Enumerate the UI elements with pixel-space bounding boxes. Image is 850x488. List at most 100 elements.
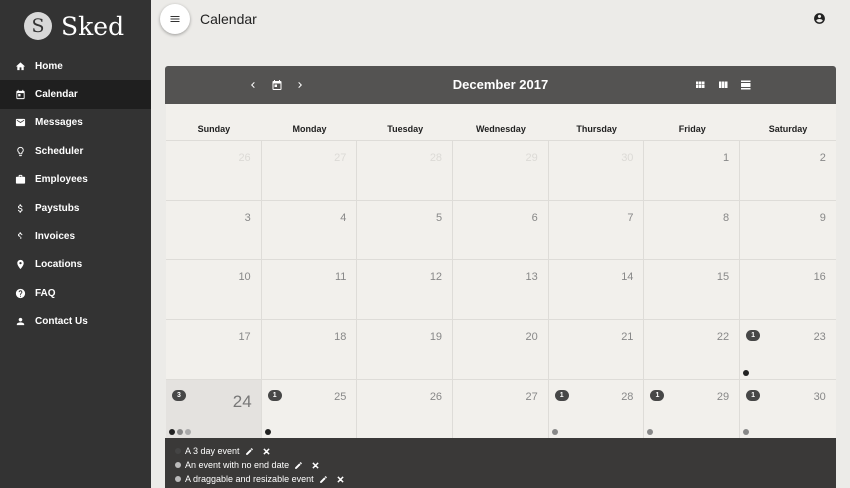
- calendar-day[interactable]: 12: [357, 259, 454, 320]
- event-dots: [647, 429, 654, 436]
- calendar-day[interactable]: 13: [453, 259, 549, 320]
- day-number: 14: [621, 271, 634, 284]
- weekday-label: Sunday: [197, 124, 231, 134]
- app-name: Sked: [61, 11, 125, 41]
- location-pin-icon: [14, 259, 26, 271]
- day-number: 27: [525, 390, 538, 403]
- sidebar-item-scheduler[interactable]: Scheduler: [0, 137, 151, 165]
- sidebar-item-home[interactable]: Home: [0, 52, 151, 80]
- event-count-badge[interactable]: 1: [746, 389, 761, 401]
- day-number: 27: [334, 152, 347, 164]
- calendar-day[interactable]: 7: [548, 199, 645, 260]
- event-dot: [177, 429, 183, 436]
- calendar-day[interactable]: 1 29: [644, 378, 741, 439]
- calendar-day[interactable]: 29: [453, 140, 549, 200]
- event-color-dot: [175, 448, 181, 454]
- event-count-badge[interactable]: 1: [267, 389, 282, 401]
- calendar-day[interactable]: 2: [740, 140, 836, 200]
- calendar-day[interactable]: 17: [166, 319, 262, 379]
- calendar-day[interactable]: 21: [548, 319, 645, 379]
- calendar-day[interactable]: 3: [166, 199, 262, 260]
- edit-icon[interactable]: [294, 461, 303, 470]
- calendar-day[interactable]: 27: [453, 378, 549, 439]
- delete-icon[interactable]: [336, 475, 345, 484]
- day-number: 28: [429, 152, 443, 164]
- calendar-day[interactable]: 16: [740, 259, 836, 319]
- edit-icon[interactable]: [245, 447, 254, 456]
- day-number: 11: [334, 271, 347, 284]
- event-color-dot: [175, 462, 181, 468]
- event-item[interactable]: A 3 day event: [175, 444, 836, 458]
- person-icon: [14, 316, 26, 328]
- calendar-day[interactable]: 18: [261, 319, 358, 379]
- delete-icon[interactable]: [262, 447, 271, 456]
- day-number: 26: [429, 390, 443, 403]
- day-number: 26: [238, 152, 251, 164]
- calendar-day[interactable]: 1 30: [740, 378, 836, 439]
- calendar-toolbar: December 2017: [165, 66, 836, 104]
- calendar-day[interactable]: 4: [261, 199, 358, 260]
- day-number: 28: [621, 390, 634, 403]
- calendar-day[interactable]: 22: [644, 319, 741, 379]
- calendar-day[interactable]: 15: [644, 259, 741, 320]
- calendar-day[interactable]: 30: [548, 140, 645, 200]
- event-item[interactable]: An event with no end date: [175, 458, 836, 472]
- day-number: 8: [723, 211, 730, 224]
- day-number: 9: [819, 211, 826, 224]
- week-view-icon[interactable]: [716, 78, 730, 92]
- day-number: 29: [716, 390, 730, 403]
- day-number: 12: [429, 271, 443, 284]
- event-dots: [743, 369, 750, 376]
- delete-icon[interactable]: [311, 461, 320, 470]
- sidebar-item-faq[interactable]: FAQ: [0, 279, 151, 307]
- calendar-day[interactable]: 28: [357, 140, 454, 200]
- calendar-day[interactable]: 5: [357, 199, 454, 260]
- calendar-day[interactable]: 1 23: [740, 319, 836, 379]
- event-dots: [169, 429, 191, 436]
- event-count-badge[interactable]: 3: [172, 389, 186, 401]
- sidebar-nav: Home Calendar Messages Scheduler Employe…: [0, 52, 151, 336]
- calendar-day[interactable]: 9: [740, 199, 836, 260]
- event-dots: [551, 429, 558, 436]
- weekday-label: Saturday: [768, 124, 808, 134]
- event-dot: [743, 429, 750, 436]
- calendar-day[interactable]: 1 28: [548, 378, 645, 439]
- page-title: Calendar: [200, 11, 257, 27]
- calendar-day[interactable]: 10: [166, 259, 262, 320]
- event-title: A draggable and resizable event: [185, 474, 314, 484]
- menu-button[interactable]: [160, 4, 190, 34]
- sidebar-item-employees[interactable]: Employees: [0, 166, 151, 194]
- calendar-day[interactable]: 14: [548, 259, 645, 320]
- sidebar-item-calendar[interactable]: Calendar: [0, 80, 151, 109]
- calendar-day[interactable]: 1: [644, 140, 741, 200]
- sidebar-item-locations[interactable]: Locations: [0, 251, 151, 279]
- calendar-day[interactable]: 8: [644, 199, 741, 260]
- calendar-day[interactable]: 27: [261, 140, 358, 200]
- sidebar-item-label: Home: [35, 60, 63, 72]
- calendar-day[interactable]: 26: [166, 140, 262, 200]
- sidebar-item-paystubs[interactable]: Paystubs: [0, 194, 151, 222]
- brand[interactable]: S Sked: [0, 0, 151, 52]
- event-count-badge[interactable]: 1: [650, 389, 665, 401]
- event-item[interactable]: A draggable and resizable event: [175, 472, 836, 486]
- calendar-day[interactable]: 6: [453, 199, 549, 260]
- calendar-day[interactable]: 20: [453, 319, 549, 379]
- calendar-day[interactable]: 11: [261, 259, 358, 320]
- calendar-day[interactable]: 26: [357, 378, 454, 439]
- event-color-dot: [175, 476, 181, 482]
- day-view-icon[interactable]: [739, 78, 753, 92]
- month-view-icon[interactable]: [693, 78, 707, 92]
- calendar-day[interactable]: 19: [357, 319, 454, 379]
- event-count-badge[interactable]: 1: [746, 330, 761, 342]
- dollar-icon: [14, 231, 26, 243]
- account-circle-icon[interactable]: [813, 12, 826, 25]
- day-number: 4: [340, 211, 347, 224]
- calendar-day-today[interactable]: 3 24: [166, 378, 262, 439]
- sidebar-item-contact-us[interactable]: Contact Us: [0, 308, 151, 336]
- calendar-day[interactable]: 1 25: [261, 378, 358, 439]
- day-number: 29: [525, 152, 538, 164]
- sidebar-item-invoices[interactable]: Invoices: [0, 222, 151, 250]
- edit-icon[interactable]: [319, 475, 328, 484]
- event-count-badge[interactable]: 1: [554, 389, 569, 401]
- sidebar-item-messages[interactable]: Messages: [0, 109, 151, 137]
